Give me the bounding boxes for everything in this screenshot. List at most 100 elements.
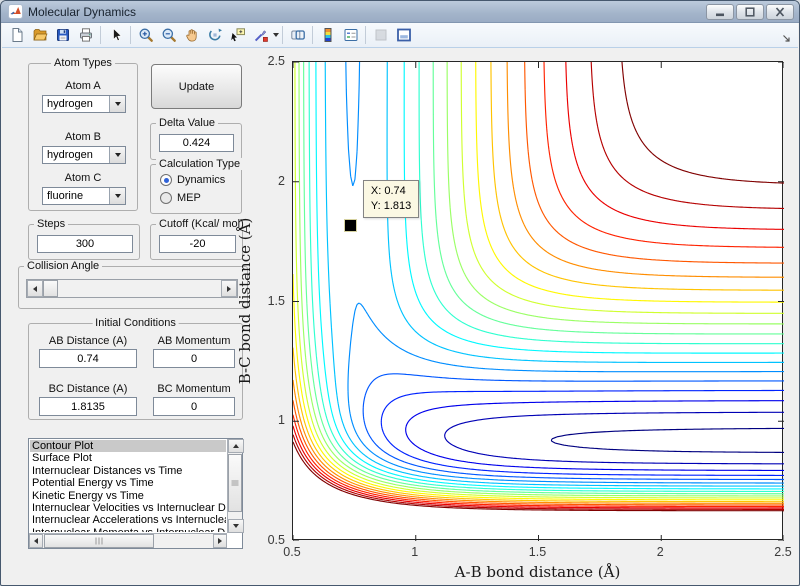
dropdown-button[interactable] (109, 96, 125, 112)
steps-legend: Steps (34, 218, 68, 230)
plot-type-listbox[interactable]: Contour PlotSurface PlotInternuclear Dis… (28, 438, 243, 549)
dock-figure-icon[interactable] (392, 24, 415, 46)
toolbar-separator (130, 26, 131, 44)
steps-field[interactable] (37, 235, 133, 253)
data-cursor-icon[interactable] (226, 24, 249, 46)
dropdown-button[interactable] (109, 147, 125, 163)
datatip-x-value: X: 0.74 (371, 184, 411, 199)
list-item[interactable]: Contour Plot (30, 440, 226, 452)
scroll-right-button[interactable] (213, 534, 227, 548)
list-item[interactable]: Internuclear Momenta vs Internuclear Dis… (30, 527, 226, 532)
radio-selected-icon[interactable] (160, 174, 172, 186)
collision-angle-group: Collision Angle (18, 266, 248, 309)
collision-angle-legend: Collision Angle (24, 260, 102, 272)
bc-momentum-field[interactable] (153, 397, 235, 416)
open-file-icon[interactable] (28, 24, 51, 46)
print-icon[interactable] (74, 24, 97, 46)
mep-radio-row[interactable]: MEP (160, 192, 201, 204)
y-tick-label: 0.5 (268, 533, 285, 547)
close-button[interactable] (766, 4, 794, 20)
initial-conditions-legend: Initial Conditions (92, 317, 179, 329)
arrow-left-icon (34, 538, 38, 544)
list-item[interactable]: Surface Plot (30, 452, 226, 464)
arrow-right-icon (218, 538, 222, 544)
bc-distance-field[interactable] (39, 397, 137, 416)
radio-unselected-icon[interactable] (160, 192, 172, 204)
y-tick-label: 2 (278, 174, 285, 188)
new-document-icon[interactable] (5, 24, 28, 46)
pointer-icon[interactable] (104, 24, 127, 46)
datatip-y-value: Y: 1.813 (371, 199, 411, 214)
vertical-scrollbar[interactable] (227, 439, 242, 533)
axes-box[interactable] (292, 61, 783, 540)
maximize-button[interactable] (736, 4, 764, 20)
calculation-type-group: Calculation Type Dynamics MEP (150, 164, 242, 214)
update-button[interactable]: Update (151, 64, 242, 109)
y-tick-label: 1 (278, 413, 285, 427)
datatip[interactable]: X: 0.74 Y: 1.813 (363, 180, 419, 218)
x-tick-label: 2.5 (774, 545, 791, 559)
brush-icon[interactable] (249, 24, 272, 46)
mep-radio-label: MEP (177, 192, 201, 204)
atom-a-dropdown[interactable]: hydrogen (42, 95, 126, 113)
plot-axes: X: 0.74 Y: 1.813 A-B bond distance (Å) B… (292, 61, 783, 540)
figure-toolbar (2, 23, 798, 48)
atom-c-label: Atom C (29, 172, 137, 184)
ab-distance-field[interactable] (39, 349, 137, 368)
contour-plot-canvas[interactable] (293, 62, 784, 541)
datatip-marker[interactable] (345, 220, 356, 231)
insert-legend-icon[interactable] (339, 24, 362, 46)
dropdown-button[interactable] (109, 188, 125, 204)
scroll-up-button[interactable] (228, 439, 244, 453)
x-tick-label: 0.5 (283, 545, 300, 559)
horizontal-scroll-thumb[interactable] (44, 534, 154, 548)
arrow-down-icon (233, 524, 239, 528)
titlebar[interactable]: Molecular Dynamics (1, 1, 799, 23)
atom-a-label: Atom A (29, 80, 137, 92)
atom-b-dropdown[interactable]: hydrogen (42, 146, 126, 164)
cutoff-field[interactable] (159, 235, 236, 253)
list-item[interactable]: Potential Energy vs Time (30, 477, 226, 489)
atom-b-value: hydrogen (43, 147, 109, 163)
dynamics-radio-row[interactable]: Dynamics (160, 174, 225, 186)
scroll-down-button[interactable] (228, 519, 244, 533)
dynamics-radio-label: Dynamics (177, 174, 225, 186)
atom-b-label: Atom B (29, 131, 137, 143)
rotate-3d-icon[interactable] (203, 24, 226, 46)
calculation-type-legend: Calculation Type (156, 158, 243, 170)
slider-right-arrow[interactable] (221, 280, 237, 297)
pan-icon[interactable] (180, 24, 203, 46)
scroll-left-button[interactable] (29, 534, 43, 548)
list-item[interactable]: Internuclear Accelerations vs Internucle… (30, 514, 226, 526)
save-icon[interactable] (51, 24, 74, 46)
link-plots-icon[interactable] (286, 24, 309, 46)
ab-momentum-field[interactable] (153, 349, 235, 368)
slider-left-arrow[interactable] (27, 280, 43, 297)
slider-thumb[interactable] (43, 280, 58, 297)
toolbar-overflow-arrow-icon[interactable] (782, 31, 792, 49)
list-item[interactable]: Kinetic Energy vs Time (30, 490, 226, 502)
chevron-down-icon (115, 194, 121, 198)
horizontal-scrollbar[interactable] (29, 533, 227, 548)
y-tick-label: 1.5 (268, 294, 285, 308)
zoom-out-icon[interactable] (157, 24, 180, 46)
molecular-dynamics-window: Molecular Dynamics (0, 0, 800, 586)
collision-angle-slider[interactable] (26, 279, 238, 298)
bc-momentum-label: BC Momentum (153, 383, 235, 395)
toolbar-separator (100, 26, 101, 44)
bc-distance-label: BC Distance (A) (39, 383, 137, 395)
list-item[interactable]: Internuclear Velocities vs Internuclear … (30, 502, 226, 514)
atom-types-group: Atom Types Atom A hydrogen Atom B hydrog… (28, 63, 138, 211)
zoom-in-icon[interactable] (134, 24, 157, 46)
toolbar-separator (365, 26, 366, 44)
minimize-button[interactable] (706, 4, 734, 20)
vertical-scroll-thumb[interactable] (228, 454, 242, 512)
atom-types-legend: Atom Types (51, 57, 115, 69)
y-axis-label: B-C bond distance (Å) (236, 217, 254, 384)
list-item[interactable]: Internuclear Distances vs Time (30, 465, 226, 477)
plottools-icon[interactable] (369, 24, 392, 46)
brush-dropdown-caret[interactable] (273, 33, 279, 37)
atom-c-dropdown[interactable]: fluorine (42, 187, 126, 205)
insert-colorbar-icon[interactable] (316, 24, 339, 46)
delta-value-field[interactable] (159, 134, 234, 152)
